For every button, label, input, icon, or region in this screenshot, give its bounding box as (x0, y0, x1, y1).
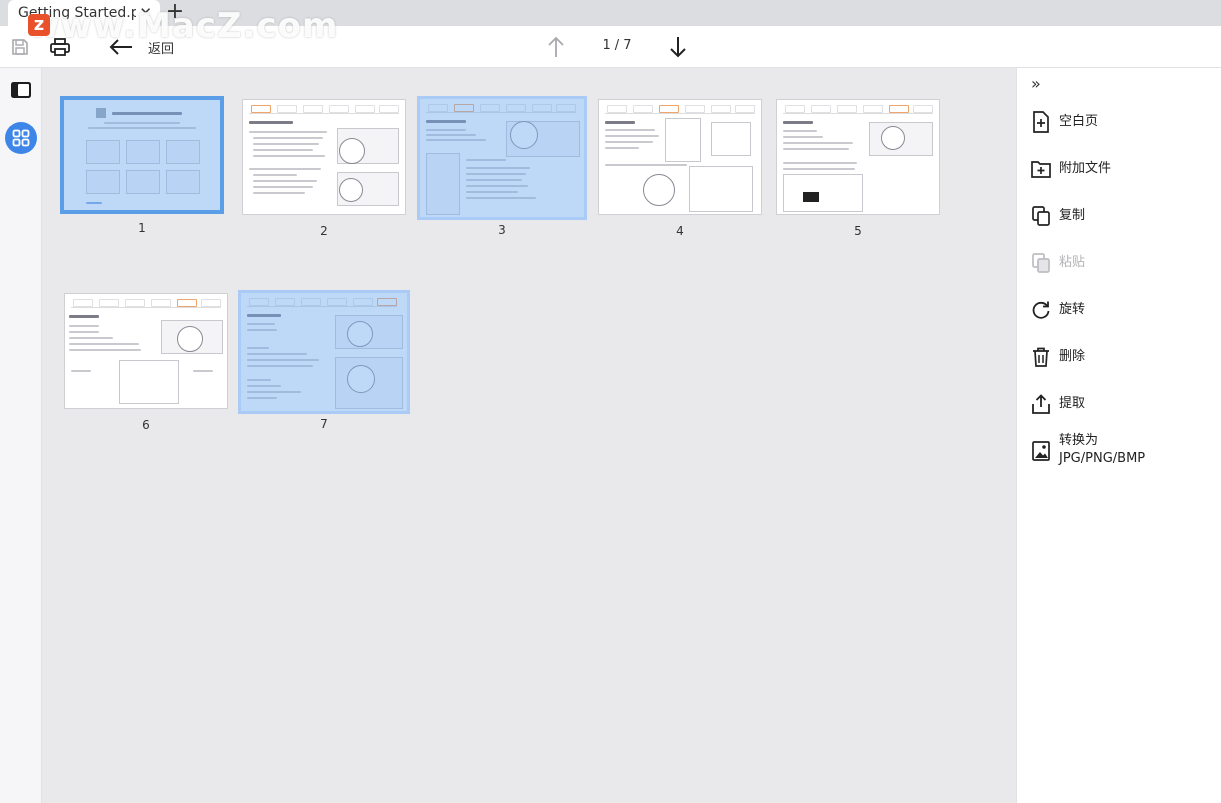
page-7-preview (238, 290, 410, 414)
blank-page-button[interactable]: 空白页 (1031, 106, 1211, 138)
page-thumbnail-5[interactable]: 5 (776, 99, 940, 238)
convert-to-image-button[interactable]: 转换为 JPG/PNG/BMP (1031, 432, 1211, 472)
rotate-icon (1031, 299, 1051, 321)
image-icon (1031, 440, 1051, 462)
back-button[interactable]: 返回 (108, 26, 188, 68)
previous-page-button[interactable] (544, 26, 568, 68)
page-number-7: 7 (320, 417, 328, 431)
page-3-preview (417, 96, 587, 220)
collapse-panel-button[interactable]: » (1031, 76, 1047, 92)
sidebar-icon (11, 82, 31, 98)
attach-file-button[interactable]: 附加文件 (1031, 153, 1211, 185)
page-number-4: 4 (676, 224, 684, 238)
arrow-left-icon (109, 39, 132, 55)
arrow-up-icon (548, 36, 564, 57)
rotate-label: 旋转 (1059, 302, 1086, 317)
single-page-view-button[interactable] (5, 74, 37, 106)
next-page-button[interactable] (666, 26, 690, 68)
back-label: 返回 (148, 41, 175, 57)
page-4-preview (598, 99, 762, 215)
arrow-down-icon (670, 37, 686, 58)
new-tab-button[interactable]: + (164, 0, 186, 26)
delete-button[interactable]: 删除 (1031, 341, 1211, 373)
page-number-3: 3 (498, 223, 506, 237)
page-6-preview (64, 293, 228, 409)
page-2-preview (242, 99, 406, 215)
page-1-preview (60, 96, 224, 214)
page-separator: / (614, 38, 620, 53)
trash-icon (1031, 346, 1051, 368)
page-thumbnail-7[interactable]: 7 (238, 290, 410, 431)
save-icon (12, 39, 28, 55)
rotate-button[interactable]: 旋转 (1031, 294, 1211, 326)
convert-label-line1: 转换为 (1059, 433, 1099, 448)
copy-button[interactable]: 复制 (1031, 200, 1211, 232)
watermark-logo: z (28, 14, 50, 36)
total-pages: 7 (623, 38, 632, 53)
copy-label: 复制 (1059, 208, 1086, 223)
page-actions-panel: » 空白页 附加文件 复制 粘贴 旋转 删除 提取 转换为 JPG/PNG/BM… (1016, 68, 1221, 803)
copy-icon (1031, 205, 1051, 227)
paste-label: 粘贴 (1059, 255, 1086, 270)
grid-icon (5, 122, 37, 154)
page-thumbnail-6[interactable]: 6 (64, 293, 228, 432)
current-page[interactable]: 1 (603, 38, 611, 53)
folder-plus-icon (1031, 158, 1051, 180)
blank-page-label: 空白页 (1059, 114, 1099, 129)
page-thumbnail-4[interactable]: 4 (598, 99, 762, 238)
page-number-2: 2 (320, 224, 328, 238)
page-thumbnail-2[interactable]: 2 (242, 99, 406, 238)
left-rail (0, 68, 42, 803)
page-5-preview (776, 99, 940, 215)
extract-label: 提取 (1059, 396, 1086, 411)
page-thumbnail-3[interactable]: 3 (417, 96, 587, 237)
page-number-1: 1 (138, 221, 146, 235)
page-number-6: 6 (142, 418, 150, 432)
close-tab-icon[interactable]: ✕ (139, 4, 152, 22)
page-grid: 1 2 3 4 5 6 7 (42, 68, 1016, 803)
delete-label: 删除 (1059, 349, 1086, 364)
tab-bar: Getting Started.pdf ✕ + (0, 0, 1221, 26)
extract-button[interactable]: 提取 (1031, 388, 1211, 420)
paste-button[interactable]: 粘贴 (1031, 247, 1211, 279)
grid-view-button[interactable] (5, 122, 37, 154)
toolbar: 返回 1/7 (0, 26, 1221, 68)
printer-icon (50, 38, 70, 56)
share-icon (1031, 393, 1051, 415)
file-plus-icon (1031, 111, 1051, 133)
paste-icon (1031, 252, 1051, 274)
convert-label-line2: JPG/PNG/BMP (1059, 451, 1146, 466)
print-button[interactable] (46, 26, 74, 68)
page-number-5: 5 (854, 224, 862, 238)
page-thumbnail-1[interactable]: 1 (60, 96, 224, 235)
attach-file-label: 附加文件 (1059, 161, 1112, 176)
page-indicator: 1/7 (592, 38, 642, 53)
